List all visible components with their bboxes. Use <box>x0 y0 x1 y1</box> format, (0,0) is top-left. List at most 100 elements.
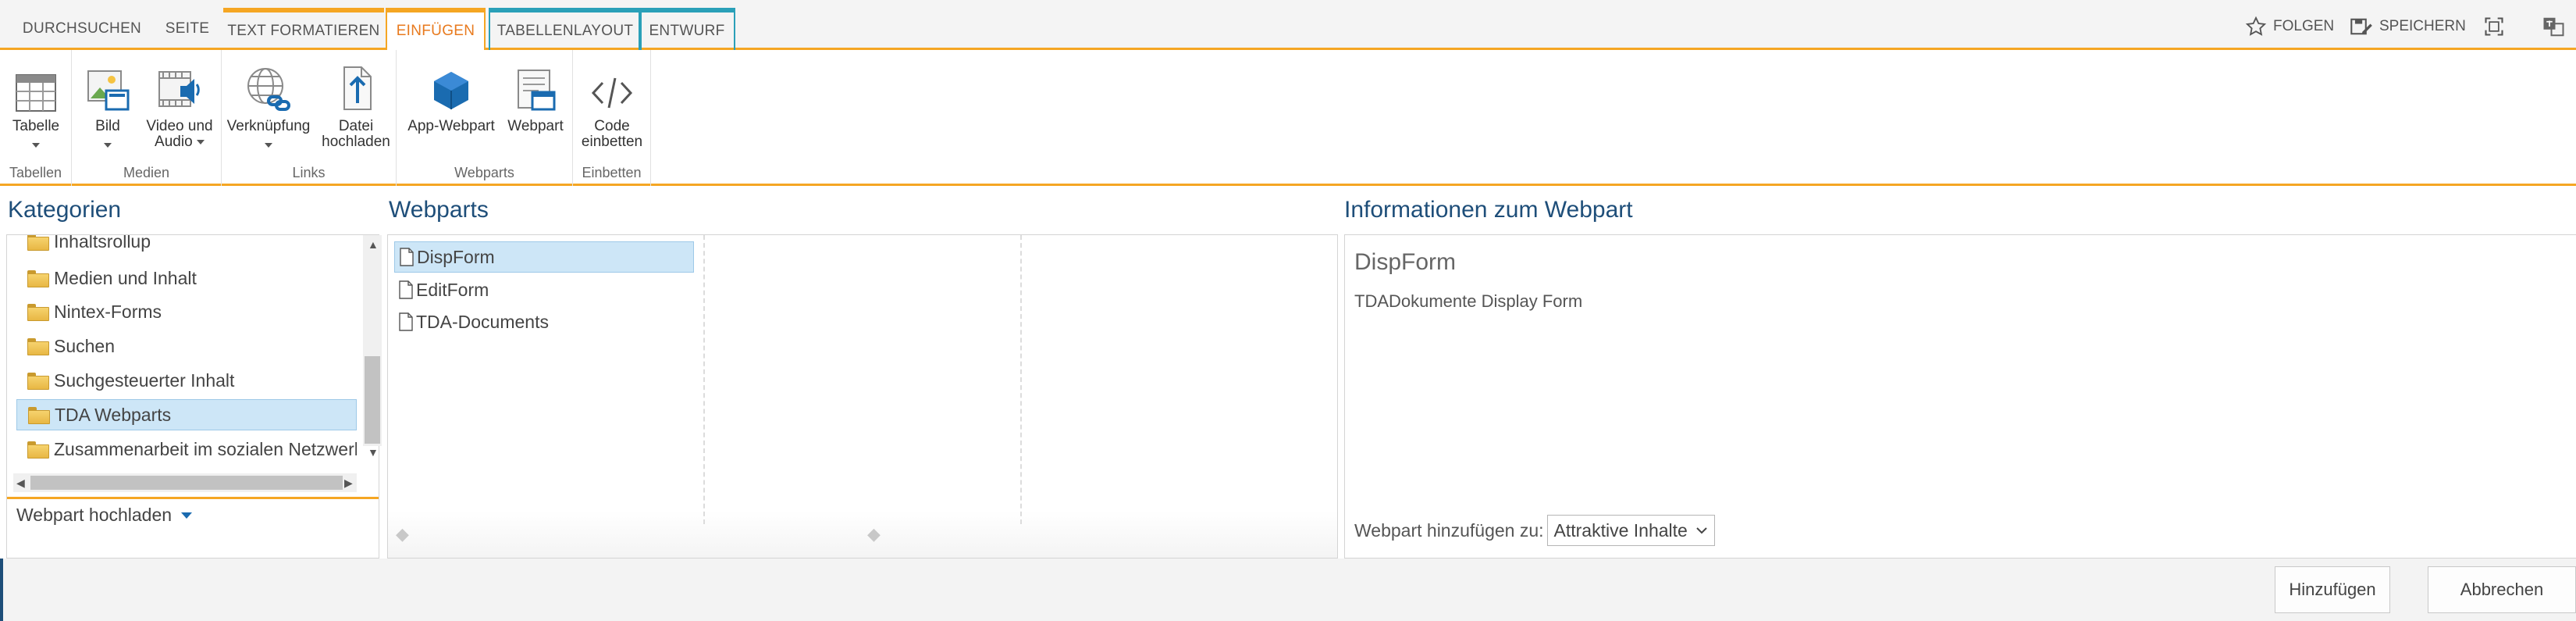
dialog-footer: Hinzufügen Abbrechen <box>0 559 2576 621</box>
table-button[interactable]: Tabelle <box>5 61 67 153</box>
webpart-name: DispForm <box>1354 249 1457 275</box>
ribbon-group-medien: Bild Video und Audio Medien <box>72 50 222 186</box>
tab-durchsuchen[interactable]: DURCHSUCHEN <box>16 8 148 50</box>
video-audio-button[interactable]: Video und Audio <box>141 61 219 150</box>
chevron-down-icon <box>104 142 112 148</box>
previous-page-icon[interactable]: ◆ <box>396 524 409 544</box>
picture-icon <box>87 70 130 111</box>
upload-file-button[interactable]: Datei hochladen <box>318 61 393 150</box>
ribbon-group-tabellen: Tabelle Tabellen <box>0 50 72 186</box>
scroll-down-icon[interactable]: ▼ <box>368 446 379 459</box>
table-label: Tabelle <box>12 118 60 134</box>
category-vertical-scrollbar[interactable]: ▲ ▼ <box>363 235 382 459</box>
upload-icon <box>343 66 372 110</box>
cancel-button[interactable]: Abbrechen <box>2428 566 2576 613</box>
category-item[interactable]: Suchgesteuerter Inhalt <box>16 365 357 396</box>
add-webpart-to-row: Webpart hinzufügen zu: Attraktive Inhalt… <box>1354 515 1715 546</box>
webpart-item[interactable]: EditForm <box>394 274 694 305</box>
category-item[interactable]: Nintex-Forms <box>16 296 357 327</box>
tab-tabellenlayout[interactable]: TABELLENLAYOUT <box>489 8 642 50</box>
column-divider <box>703 235 705 524</box>
save-label: SPEICHERN <box>2379 18 2466 34</box>
folder-icon <box>27 373 49 390</box>
table-icon <box>16 74 56 112</box>
scroll-left-icon[interactable]: ◀ <box>16 476 25 490</box>
ribbon: Tabelle Tabellen Bild Video und Audio Med… <box>0 50 2576 186</box>
link-label: Verknüpfung <box>226 118 311 134</box>
scroll-right-icon[interactable]: ▶ <box>344 476 353 490</box>
tab-text-formatieren[interactable]: TEXT FORMATIEREN <box>223 8 384 50</box>
link-button[interactable]: Verknüpfung <box>225 61 312 153</box>
tab-entwurf[interactable]: ENTWURF <box>639 8 735 50</box>
chevron-down-icon <box>265 142 272 148</box>
tab-einfuegen[interactable]: EINFÜGEN <box>386 8 486 52</box>
upload-webpart-link[interactable]: Webpart hochladen <box>16 505 193 526</box>
document-icon <box>399 312 413 331</box>
upload-file-label: Datei hochladen <box>322 118 390 150</box>
link-icon <box>247 68 290 111</box>
embed-code-button[interactable]: Code einbetten <box>578 61 646 150</box>
translate-button[interactable] <box>2542 11 2571 42</box>
folder-icon <box>27 304 49 321</box>
category-item[interactable]: Inhaltsrollup <box>16 235 357 257</box>
categories-panel: Inhaltsrollup Medien und Inhalt Nintex-F… <box>6 234 382 559</box>
save-button[interactable]: SPEICHERN <box>2350 11 2466 42</box>
chevron-down-icon <box>32 142 40 148</box>
category-item[interactable]: Zusammenarbeit im sozialen Netzwerk <box>16 434 357 465</box>
category-horizontal-scrollbar[interactable]: ◀ ▶ <box>13 473 357 492</box>
zone-select[interactable]: Attraktive Inhalte <box>1546 515 1715 546</box>
group-label-einbetten: Einbetten <box>582 165 642 180</box>
picture-label: Bild <box>95 118 120 134</box>
webpart-item[interactable]: TDA-Documents <box>394 306 694 337</box>
group-label-tabellen: Tabellen <box>9 165 62 180</box>
folder-icon <box>27 441 49 459</box>
ribbon-group-einbetten: Code einbetten Einbetten <box>573 50 651 186</box>
group-label-links: Links <box>292 165 326 180</box>
tab-seite[interactable]: SEITE <box>156 8 219 50</box>
focus-mode-button[interactable] <box>2482 11 2512 42</box>
scroll-thumb[interactable] <box>30 476 343 490</box>
category-item-selected[interactable]: TDA Webparts <box>16 399 357 430</box>
translate-icon <box>2543 17 2564 37</box>
document-icon <box>400 248 414 266</box>
category-item[interactable]: Suchen <box>16 330 357 362</box>
categories-title: Kategorien <box>8 197 122 223</box>
folder-icon <box>27 338 49 355</box>
picture-button[interactable]: Bild <box>78 61 137 153</box>
webpart-button[interactable]: Webpart <box>501 61 570 134</box>
add-button[interactable]: Hinzufügen <box>2275 566 2390 613</box>
group-label-medien: Medien <box>123 165 170 180</box>
video-audio-label: Video und Audio <box>146 118 213 150</box>
folder-icon <box>27 235 49 251</box>
webpart-description: TDADokumente Display Form <box>1354 291 1583 311</box>
add-to-label: Webpart hinzufügen zu: <box>1354 519 1544 541</box>
folder-icon <box>27 270 49 287</box>
save-edit-icon <box>2350 18 2372 35</box>
code-icon <box>591 77 633 109</box>
app-part-button[interactable]: App-Webpart <box>403 61 500 134</box>
category-list[interactable]: Inhaltsrollup Medien und Inhalt Nintex-F… <box>13 235 357 469</box>
folder-icon <box>28 407 50 424</box>
group-label-webparts: Webparts <box>454 165 514 180</box>
webpart-info-panel: DispForm TDADokumente Display Form Webpa… <box>1344 234 2576 559</box>
chevron-down-icon <box>181 512 193 519</box>
follow-label: FOLGEN <box>2273 18 2335 34</box>
scroll-thumb[interactable] <box>365 356 380 444</box>
star-icon <box>2245 16 2267 36</box>
ribbon-group-links: Verknüpfung Datei hochladen Links <box>222 50 397 186</box>
webpart-info-title: Informationen zum Webpart <box>1344 197 1633 223</box>
app-part-icon <box>434 72 468 109</box>
webparts-footer-area <box>388 511 1337 558</box>
next-page-icon[interactable]: ◆ <box>867 524 881 544</box>
app-part-label: App-Webpart <box>407 118 495 134</box>
document-icon <box>399 280 413 299</box>
follow-button[interactable]: FOLGEN <box>2245 11 2334 42</box>
chevron-down-icon <box>196 139 205 145</box>
category-item[interactable]: Medien und Inhalt <box>16 262 357 294</box>
webpart-label: Webpart <box>507 118 564 134</box>
ribbon-tab-bar: DURCHSUCHEN SEITE TEXT FORMATIEREN EINFÜ… <box>0 0 2576 52</box>
webpart-item-selected[interactable]: DispForm <box>394 241 694 273</box>
webparts-panel: DispForm EditForm TDA-Documents ◆ ◆ <box>387 234 1338 559</box>
scroll-up-icon[interactable]: ▲ <box>368 238 379 251</box>
video-audio-icon <box>158 71 200 107</box>
